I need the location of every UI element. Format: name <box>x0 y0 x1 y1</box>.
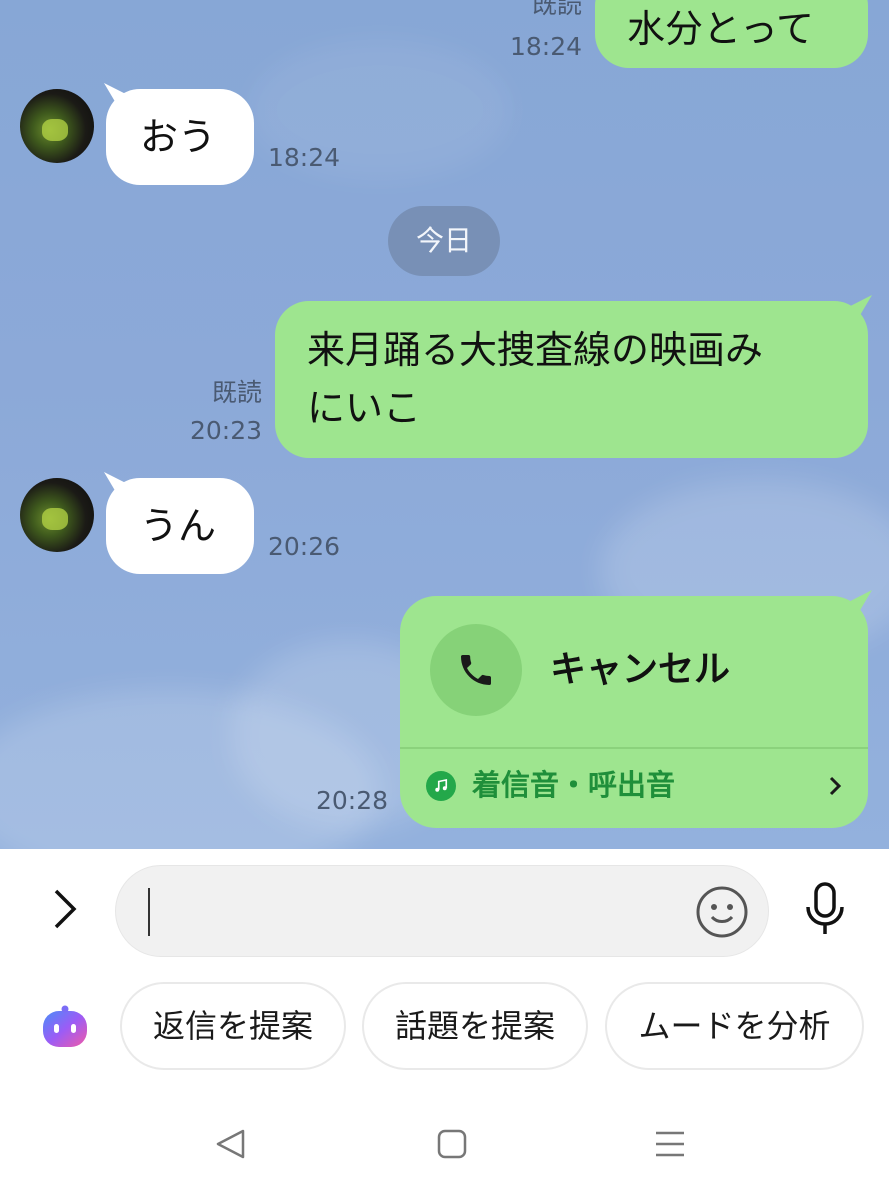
suggest-topic-chip[interactable]: 話題を提案 <box>362 982 588 1070</box>
call-message-card[interactable]: キャンセル 着信音・呼出音 <box>400 596 868 828</box>
nav-recents-button[interactable] <box>640 1118 700 1174</box>
message-input-bar <box>0 849 889 970</box>
smiley-icon <box>694 886 750 944</box>
nav-back-button[interactable] <box>200 1118 260 1174</box>
chevron-right-icon <box>828 775 842 801</box>
call-status-label: キャンセル <box>550 649 731 690</box>
avatar[interactable] <box>20 478 94 552</box>
message-text-line: 来月踊る大捜査線の映画み <box>307 328 764 372</box>
microphone-icon <box>803 881 847 941</box>
ringtone-link[interactable]: 着信音・呼出音 <box>400 749 868 828</box>
message-time: 20:28 <box>315 786 388 815</box>
avatar[interactable] <box>20 89 94 163</box>
message-input[interactable] <box>115 865 769 957</box>
message-text: おう <box>140 115 217 159</box>
analyze-mood-chip[interactable]: ムードを分析 <box>605 982 864 1070</box>
read-receipt: 既読 <box>211 378 262 407</box>
system-navigation-bar <box>0 1090 889 1200</box>
message-time: 20:26 <box>268 532 341 561</box>
message-text: うん <box>140 504 217 548</box>
chat-area: 既読 18:24 水分とって おう 18:24 今日 既読 20:23 来月踊る… <box>0 0 889 849</box>
home-square-icon <box>436 1128 468 1164</box>
incoming-message-bubble[interactable]: おう <box>106 89 254 185</box>
emoji-button[interactable] <box>694 884 750 940</box>
outgoing-message-bubble[interactable]: 来月踊る大捜査線の映画み にいこ <box>275 301 868 458</box>
suggestion-row: 返信を提案 話題を提案 ムードを分析 <box>0 970 889 1090</box>
incoming-message-bubble[interactable]: うん <box>106 478 254 574</box>
menu-lines-icon <box>653 1128 687 1164</box>
message-time: 20:23 <box>189 416 262 445</box>
music-note-icon <box>426 771 456 801</box>
ringtone-label: 着信音・呼出音 <box>472 768 676 802</box>
back-triangle-icon <box>213 1127 247 1165</box>
outgoing-message-bubble[interactable]: 水分とって <box>595 0 868 68</box>
text-caret <box>148 888 150 936</box>
message-text: 水分とって <box>627 7 814 51</box>
read-receipt: 既読 <box>531 0 582 19</box>
message-meta: 既読 20:23 <box>170 378 262 446</box>
expand-button[interactable] <box>40 879 92 943</box>
nav-home-button[interactable] <box>422 1118 482 1174</box>
phone-icon <box>430 624 522 716</box>
message-meta: 既読 18:24 <box>500 0 582 62</box>
message-text-line: にいこ <box>307 386 422 430</box>
ai-assistant-icon[interactable] <box>40 1002 90 1052</box>
message-time: 18:24 <box>268 143 341 172</box>
chevron-right-icon <box>51 887 81 935</box>
suggest-reply-chip[interactable]: 返信を提案 <box>120 982 346 1070</box>
microphone-button[interactable] <box>798 879 852 943</box>
date-separator: 今日 <box>388 206 500 276</box>
message-time: 18:24 <box>509 32 582 61</box>
